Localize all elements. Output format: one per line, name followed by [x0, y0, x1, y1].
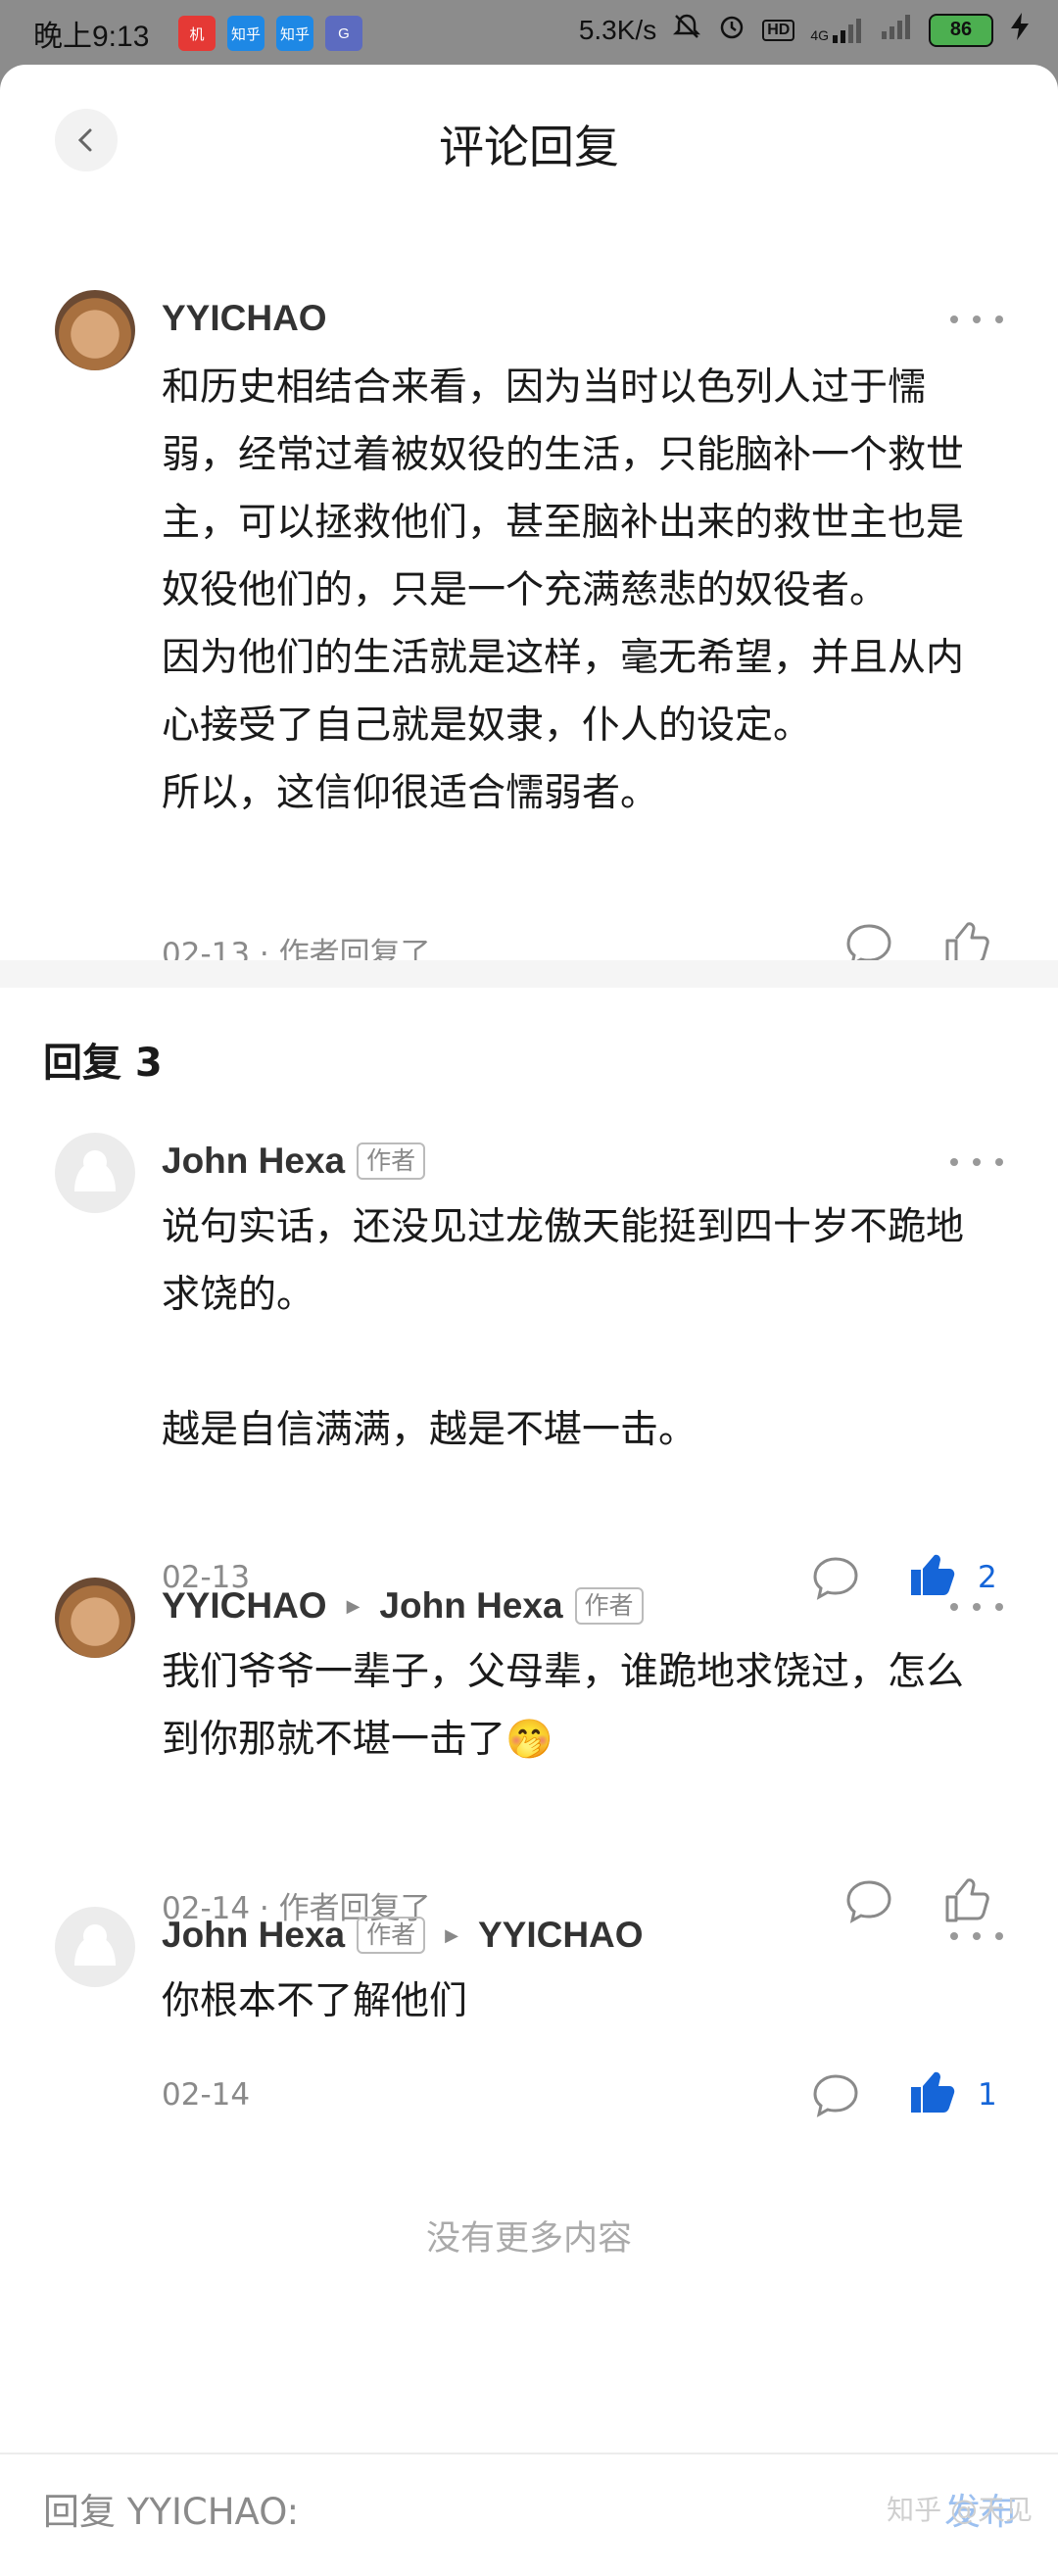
network-speed: 5.3K/s	[578, 14, 657, 45]
comment-reply-sheet: 评论回复 YYICHAO 和历史相结合来看，因为当时以色列人过于懦弱，经常过着被…	[0, 65, 1058, 2576]
no-more-content: 没有更多内容	[425, 2219, 632, 2259]
default-avatar-icon	[74, 1924, 116, 1966]
reply-arrow-icon: ▶	[346, 1595, 361, 1617]
reply-author[interactable]: John Hexa	[162, 1915, 345, 1956]
signal-icon-2	[880, 14, 913, 46]
like-count: 2	[978, 1560, 997, 1595]
reply-text: 说句实话，还没见过龙傲天能挺到四十岁不跪地求饶的。 越是自信满满，越是不堪一击。	[162, 1205, 965, 1452]
app-notification-icon: G	[325, 16, 362, 51]
mute-icon	[672, 12, 701, 48]
reply-to-user[interactable]: YYICHAO	[478, 1915, 644, 1956]
avatar[interactable]	[55, 290, 135, 370]
author-badge: 作者	[574, 1587, 644, 1625]
reply-text: 你根本不了解他们	[162, 1979, 468, 2023]
battery-indicator: 86	[929, 13, 993, 47]
signal-icon: 4G	[810, 18, 864, 43]
section-divider	[0, 960, 1058, 988]
more-options-icon[interactable]	[950, 1152, 1003, 1172]
comment-bubble-icon[interactable]	[844, 1877, 893, 1926]
reply-to-user[interactable]: John Hexa	[379, 1585, 562, 1627]
status-app-icons: 机 知乎 知乎 G	[178, 16, 362, 51]
status-time: 晚上9:13	[33, 21, 150, 53]
liked-icon[interactable]	[907, 1550, 956, 1599]
replies-header: 回复 3	[43, 1041, 163, 1086]
header: 评论回复	[0, 65, 1058, 212]
page-title: 评论回复	[439, 121, 619, 173]
reply-meta: 02-14	[162, 2077, 251, 2113]
status-bar: 晚上9:13 机 知乎 知乎 G 5.3K/s HD 4G 86	[0, 0, 1058, 65]
more-options-icon[interactable]	[950, 1926, 1003, 1946]
avatar[interactable]	[55, 1578, 135, 1658]
app-notification-icon: 机	[178, 16, 216, 51]
reply-text: 我们爷爷一辈子，父母辈，谁跪地求饶过，怎么到你那就不堪一击了🤭	[162, 1650, 965, 1762]
comment-bubble-icon[interactable]	[811, 2071, 860, 2120]
author-badge: 作者	[357, 1142, 426, 1180]
author-badge: 作者	[357, 1917, 426, 1954]
hd-icon: HD	[762, 19, 795, 41]
more-options-icon[interactable]	[950, 310, 1003, 329]
reply-input[interactable]: 回复 YYICHAO:	[43, 2482, 299, 2535]
like-count: 1	[978, 2077, 997, 2113]
zhihu-notification-icon: 知乎	[227, 16, 264, 51]
reply-author[interactable]: John Hexa	[162, 1141, 345, 1182]
charging-icon	[1009, 12, 1031, 48]
comment-bubble-icon[interactable]	[811, 1554, 860, 1603]
reply-author[interactable]: YYICHAO	[162, 1585, 327, 1627]
comment-author[interactable]: YYICHAO	[162, 298, 327, 339]
like-icon[interactable]	[941, 1875, 990, 1924]
comment-text: 和历史相结合来看，因为当时以色列人过于懦弱，经常过着被奴役的生活，只能脑补一个救…	[162, 365, 965, 815]
status-right: 5.3K/s HD 4G 86	[579, 12, 1031, 48]
alarm-icon	[717, 12, 746, 48]
reply-arrow-icon: ▶	[445, 1924, 458, 1946]
default-avatar-icon	[74, 1150, 116, 1191]
more-options-icon[interactable]	[950, 1597, 1003, 1617]
watermark: 知乎 @天见	[887, 2494, 1033, 2526]
avatar[interactable]	[55, 1907, 135, 1987]
avatar[interactable]	[55, 1133, 135, 1213]
liked-icon[interactable]	[907, 2067, 956, 2116]
zhihu-notification-icon: 知乎	[276, 16, 313, 51]
